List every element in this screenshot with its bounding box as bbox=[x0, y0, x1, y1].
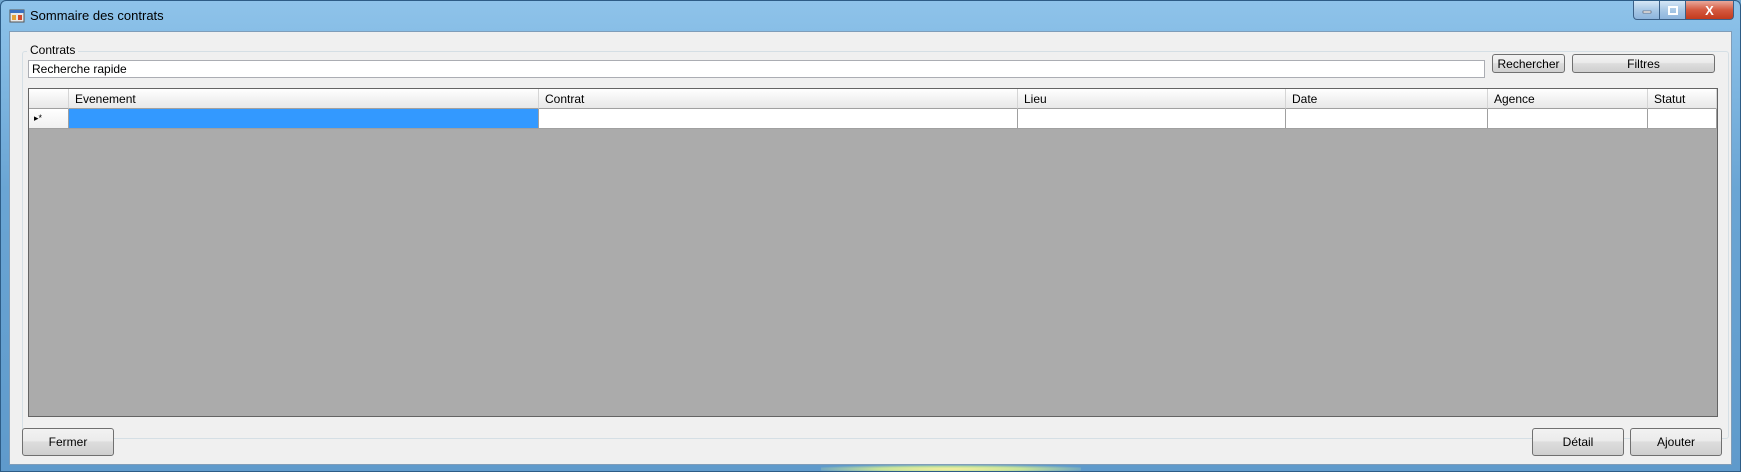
filters-button-label: Filtres bbox=[1627, 56, 1660, 71]
search-button[interactable]: Rechercher bbox=[1492, 54, 1565, 73]
minimize-icon bbox=[1642, 10, 1651, 14]
close-button[interactable]: Fermer bbox=[22, 428, 114, 456]
close-button-label: Fermer bbox=[48, 435, 88, 449]
close-window-button[interactable]: X bbox=[1686, 1, 1734, 20]
column-header-statut[interactable]: Statut bbox=[1648, 89, 1717, 109]
column-header-evenement[interactable]: Evenement bbox=[69, 89, 539, 109]
window-title: Sommaire des contrats bbox=[30, 8, 164, 23]
add-button[interactable]: Ajouter bbox=[1630, 428, 1722, 456]
groupbox-label: Contrats bbox=[27, 43, 79, 57]
window-controls: X bbox=[1633, 1, 1734, 21]
column-header-date[interactable]: Date bbox=[1286, 89, 1488, 109]
column-header-lieu[interactable]: Lieu bbox=[1018, 89, 1286, 109]
row-header-corner bbox=[29, 89, 69, 109]
cell-statut[interactable] bbox=[1648, 109, 1717, 129]
maximize-button[interactable] bbox=[1660, 1, 1686, 20]
detail-button[interactable]: Détail bbox=[1532, 428, 1624, 456]
add-button-label: Ajouter bbox=[1656, 435, 1696, 449]
title-bar[interactable]: Sommaire des contrats X bbox=[1, 1, 1740, 31]
contracts-grid[interactable]: Evenement Contrat Lieu Date Agence Statu… bbox=[28, 88, 1718, 417]
filters-button[interactable]: Filtres bbox=[1572, 54, 1715, 73]
main-window: Sommaire des contrats X Contrats Recherc… bbox=[0, 0, 1741, 472]
search-button-label: Rechercher bbox=[1497, 56, 1560, 71]
grid-header: Evenement Contrat Lieu Date Agence Statu… bbox=[29, 89, 1717, 109]
table-row[interactable]: ▸* bbox=[29, 109, 1717, 129]
maximize-icon bbox=[1667, 5, 1678, 15]
minimize-button[interactable] bbox=[1633, 1, 1660, 20]
background-glow bbox=[821, 465, 1081, 471]
application-icon bbox=[9, 9, 25, 23]
cell-contrat[interactable] bbox=[539, 109, 1018, 129]
detail-button-label: Détail bbox=[1562, 435, 1594, 449]
close-icon: X bbox=[1705, 2, 1714, 18]
column-header-contrat[interactable]: Contrat bbox=[539, 89, 1018, 109]
row-indicator[interactable]: ▸* bbox=[29, 109, 69, 129]
cell-agence[interactable] bbox=[1488, 109, 1648, 129]
cell-date[interactable] bbox=[1286, 109, 1488, 129]
quick-search-input[interactable] bbox=[28, 60, 1485, 78]
column-header-agence[interactable]: Agence bbox=[1488, 89, 1648, 109]
cell-lieu[interactable] bbox=[1018, 109, 1286, 129]
cell-evenement[interactable] bbox=[69, 109, 539, 129]
client-area: Contrats Rechercher Filtres Evenement Co… bbox=[9, 31, 1732, 465]
